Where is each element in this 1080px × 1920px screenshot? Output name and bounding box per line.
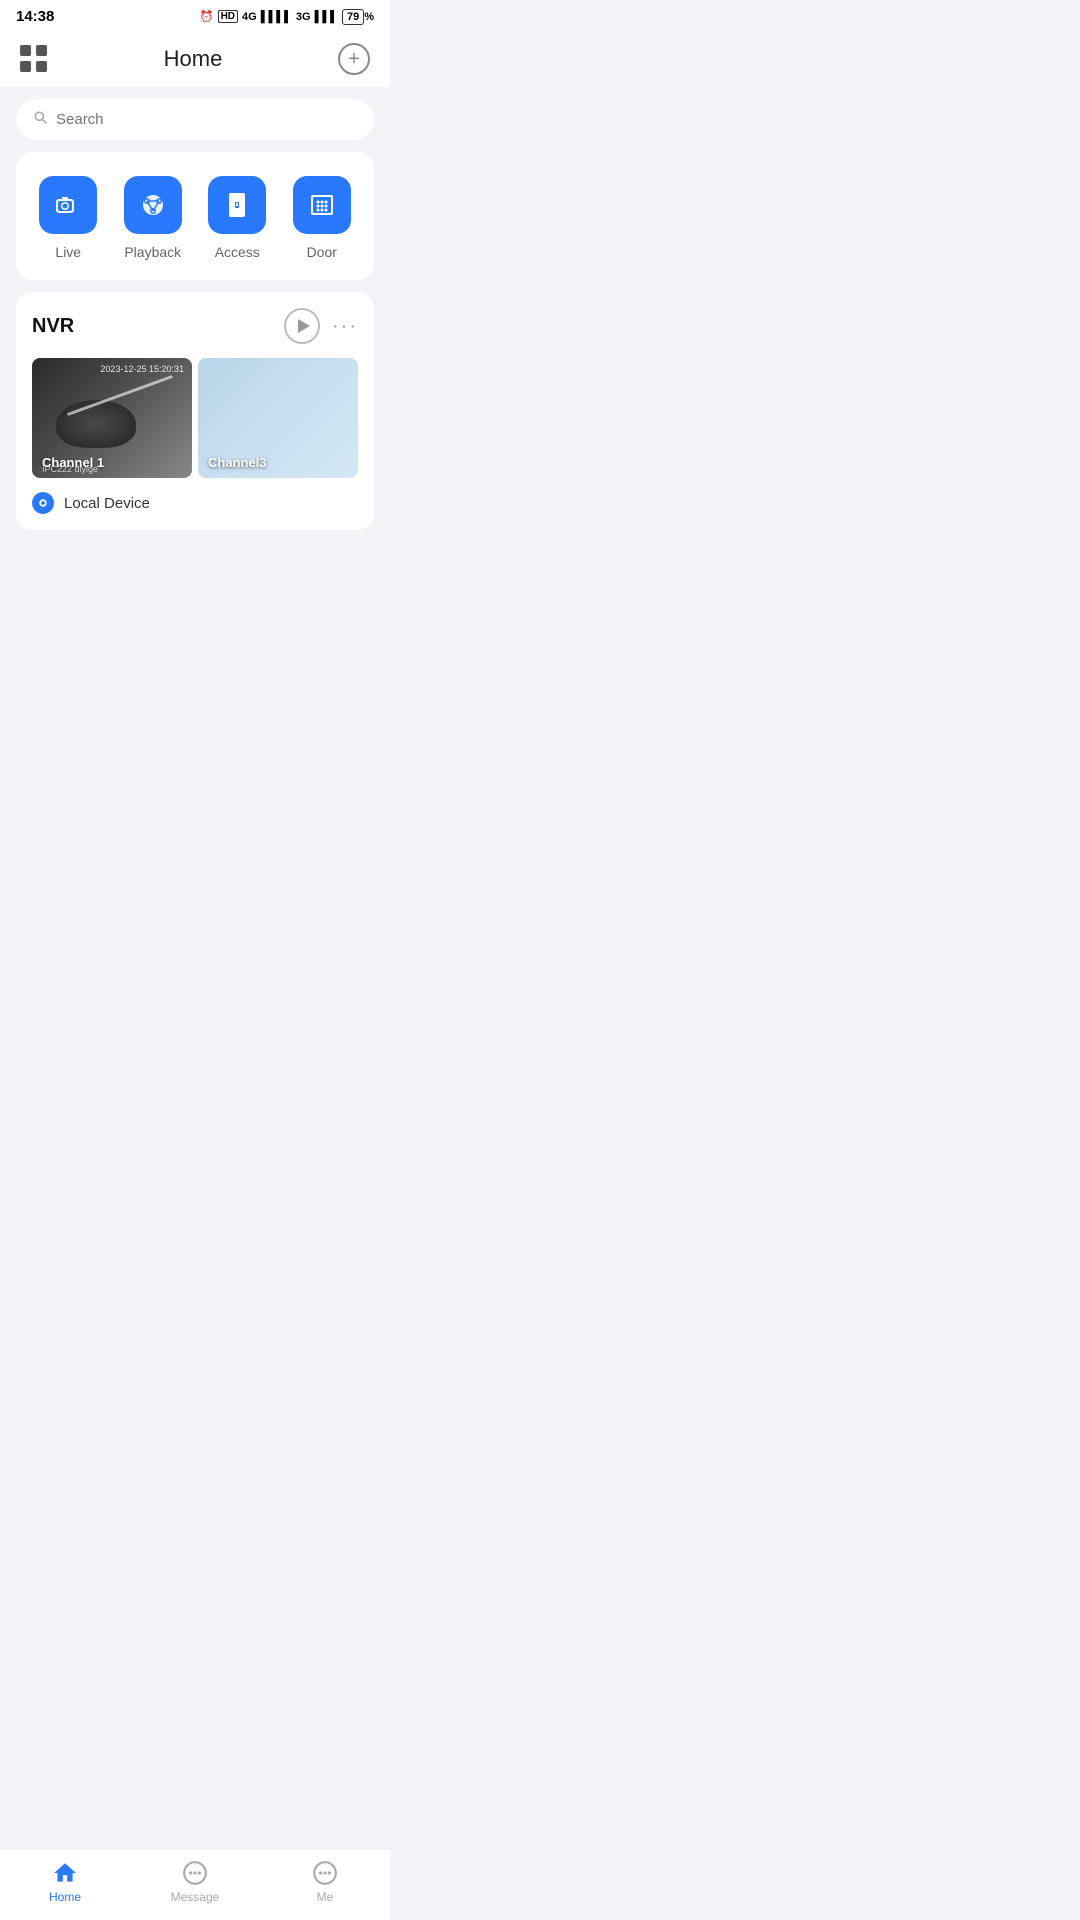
search-bar (16, 99, 374, 140)
grid-menu-button[interactable] (20, 45, 48, 73)
quick-actions-panel: Live Playback (16, 152, 374, 280)
door-action[interactable]: Door (293, 176, 351, 260)
nvr-controls: ··· (284, 308, 358, 344)
message-icon (182, 1860, 208, 1886)
local-device-label: Local Device (64, 495, 150, 512)
nav-home-label: Home (49, 1890, 81, 1904)
signal-bar-4g: ▌▌▌▌ (261, 11, 292, 23)
battery-icon: 79% (342, 11, 374, 23)
add-button[interactable]: + (338, 43, 370, 75)
local-device-row[interactable]: Local Device (32, 492, 358, 514)
camera-grid: 2023-12-25 15:20:31 Channel 1 IPC222 diy… (32, 358, 358, 478)
nvr-more-button[interactable]: ··· (332, 315, 358, 338)
live-label: Live (55, 244, 81, 260)
bottom-nav: Home Message Me (0, 1849, 390, 1920)
status-icons: ⏰ HD 4G ▌▌▌▌ 3G ▌▌▌ 79% (200, 10, 374, 23)
access-icon-bg (208, 176, 266, 234)
nav-message-label: Message (171, 1890, 220, 1904)
nav-me[interactable]: Me (290, 1860, 360, 1904)
access-action[interactable]: Access (208, 176, 266, 260)
nvr-play-button[interactable] (284, 308, 320, 344)
app-header: Home + (0, 31, 390, 87)
play-triangle-icon (298, 319, 310, 333)
live-action[interactable]: Live (39, 176, 97, 260)
status-bar: 14:38 ⏰ HD 4G ▌▌▌▌ 3G ▌▌▌ 79% (0, 0, 390, 31)
search-input[interactable] (56, 111, 358, 128)
playback-icon-bg (124, 176, 182, 234)
playback-label: Playback (124, 244, 181, 260)
signal-4g: 4G (242, 11, 257, 23)
page-title: Home (164, 46, 223, 72)
nvr-header: NVR ··· (32, 308, 358, 344)
nav-me-label: Me (317, 1890, 334, 1904)
me-icon (312, 1860, 338, 1886)
hd-badge: HD (218, 10, 238, 23)
alarm-icon: ⏰ (200, 10, 214, 23)
channel-1-sublabel: IPC222 diyige (42, 464, 98, 478)
door-icon-bg (293, 176, 351, 234)
nvr-title: NVR (32, 315, 74, 338)
channel-3-label: Channel3 (208, 455, 267, 470)
nav-message[interactable]: Message (160, 1860, 230, 1904)
playback-action[interactable]: Playback (124, 176, 182, 260)
home-icon (52, 1860, 78, 1886)
nav-home[interactable]: Home (30, 1860, 100, 1904)
search-icon (32, 109, 48, 130)
signal-bar-3g: ▌▌▌ (315, 11, 338, 23)
door-label: Door (307, 244, 337, 260)
channel-3-cell[interactable]: Channel3 (198, 358, 358, 478)
local-device-icon (32, 492, 54, 514)
channel-1-cell[interactable]: 2023-12-25 15:20:31 Channel 1 IPC222 diy… (32, 358, 192, 478)
status-time: 14:38 (16, 8, 54, 25)
channel-1-timestamp: 2023-12-25 15:20:31 (100, 364, 184, 374)
camera-object (56, 400, 136, 448)
live-icon-bg (39, 176, 97, 234)
signal-3g: 3G (296, 11, 311, 23)
access-label: Access (215, 244, 260, 260)
nvr-section: NVR ··· 2023-12-25 15:20:31 Channel 1 IP… (16, 292, 374, 530)
